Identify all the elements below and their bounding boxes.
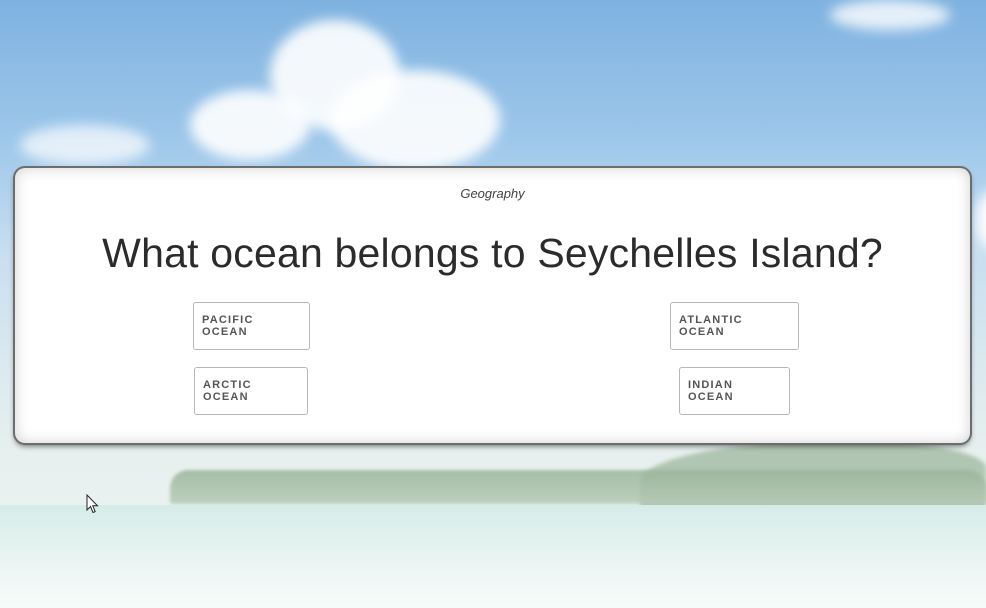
cloud bbox=[20, 125, 150, 165]
question-text: What ocean belongs to Seychelles Island? bbox=[102, 230, 883, 276]
tree-line bbox=[170, 470, 986, 504]
cloud bbox=[830, 0, 950, 30]
cloud bbox=[330, 70, 500, 170]
cloud bbox=[190, 90, 310, 160]
answer-button-pacific[interactable]: PACIFIC OCEAN bbox=[193, 302, 310, 350]
cloud bbox=[975, 190, 986, 250]
sea bbox=[0, 505, 986, 608]
mouse-pointer-icon bbox=[86, 494, 99, 514]
answer-button-indian[interactable]: INDIAN OCEAN bbox=[679, 367, 790, 415]
answer-button-arctic[interactable]: ARCTIC OCEAN bbox=[194, 367, 308, 415]
answer-button-atlantic[interactable]: ATLANTIC OCEAN bbox=[670, 302, 799, 350]
category-label: Geography bbox=[460, 186, 525, 201]
quiz-card: Geography What ocean belongs to Seychell… bbox=[15, 168, 970, 443]
